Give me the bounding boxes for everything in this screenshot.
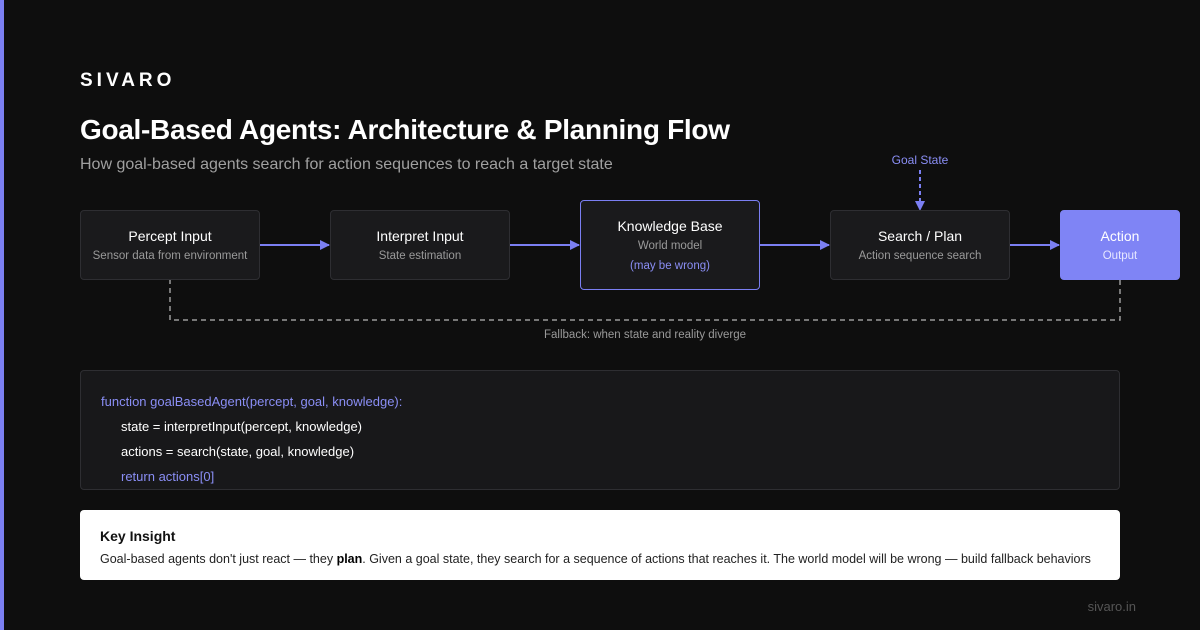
insight-body-bold: plan (336, 552, 363, 566)
node-subtitle: Action sequence search (858, 250, 982, 262)
node-title: Interpret Input (376, 228, 464, 244)
node-subtitle: Sensor data from environment (92, 250, 248, 262)
node-subtitle: Output (1102, 250, 1138, 262)
footer-url: sivaro.in (1087, 599, 1136, 614)
fallback-label: Fallback: when state and reality diverge (544, 329, 746, 341)
node-subtitle: World model (637, 240, 703, 252)
node-knowledge-base: Knowledge Base World model (may be wrong… (580, 200, 760, 290)
node-percept-input: Percept Input Sensor data from environme… (80, 210, 260, 280)
code-line-interpret: state = interpretInput(percept, knowledg… (121, 419, 363, 434)
code-block: function goalBasedAgent(percept, goal, k… (80, 370, 1120, 490)
goal-state-label: Goal State (891, 153, 949, 167)
key-insight-card: Key Insight Goal-based agents don't just… (80, 510, 1120, 580)
node-title: Knowledge Base (617, 218, 723, 234)
node-subtitle: State estimation (378, 250, 462, 262)
insight-body-pre: Goal-based agents don't just react — the… (100, 552, 337, 566)
node-interpret-input: Interpret Input State estimation (330, 210, 510, 280)
code-line-return: return actions[0] (121, 469, 215, 484)
insight-body-post: . Given a goal state, they search for a … (362, 552, 1091, 566)
code-line-signature: function goalBasedAgent(percept, goal, k… (101, 394, 403, 409)
code-line-search: actions = search(state, goal, knowledge) (121, 444, 355, 459)
node-action: Action Output (1060, 210, 1180, 280)
node-note: (may be wrong) (630, 260, 710, 272)
insight-body: Goal-based agents don't just react — the… (100, 551, 1120, 567)
node-title: Search / Plan (877, 228, 963, 244)
node-title: Action (1100, 228, 1140, 244)
node-search-plan: Search / Plan Action sequence search (830, 210, 1010, 280)
node-title: Percept Input (128, 228, 212, 244)
insight-title: Key Insight (100, 528, 176, 544)
